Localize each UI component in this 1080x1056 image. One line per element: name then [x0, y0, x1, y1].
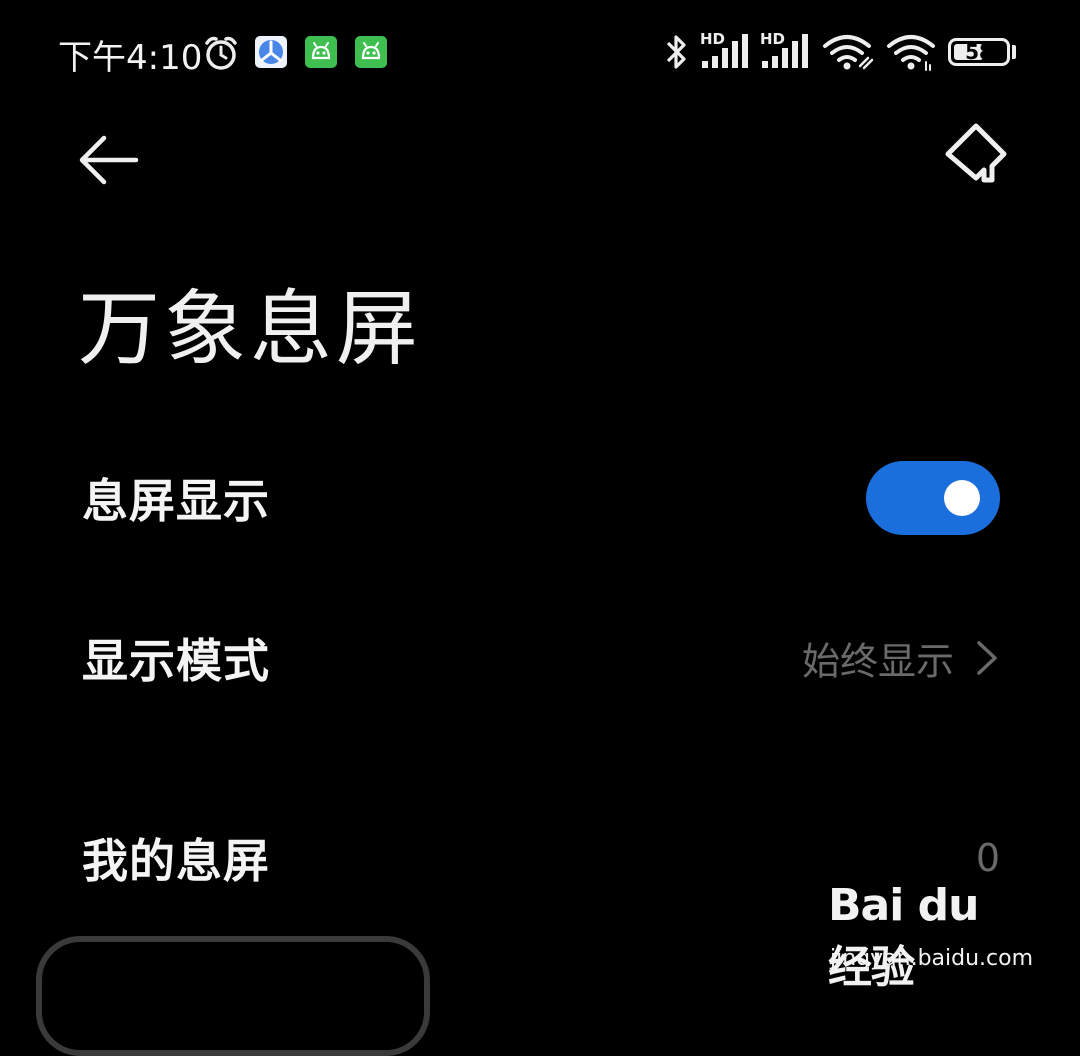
android-app-icon [355, 36, 387, 68]
aod-display-row[interactable]: 息屏显示 [82, 448, 1000, 548]
signal-hd-icon: HD [700, 30, 752, 70]
wifi-link-icon [823, 35, 874, 70]
display-mode-row[interactable]: 显示模式 始终显示 [82, 608, 1000, 708]
android-app-icon [305, 36, 337, 68]
aod-preview-card[interactable] [36, 936, 430, 1056]
display-mode-value: 始终显示 [801, 639, 954, 684]
arrow-left-icon [79, 135, 139, 185]
watermark: Bai du 经验 jingyan.baidu.com [828, 880, 1033, 993]
status-bar: 下午4:10 HD HD 58 [0, 0, 1080, 100]
tasks-app-icon [255, 36, 287, 68]
chevron-right-icon [977, 641, 997, 675]
watermark-logo: Bai du 经验 [828, 880, 979, 993]
my-aod-count: 0 [975, 836, 1000, 880]
wifi-icon [887, 35, 935, 71]
alarm-icon [205, 36, 237, 70]
status-time: 下午4:10 [58, 38, 203, 78]
bluetooth-icon [666, 35, 686, 69]
theme-button[interactable] [942, 120, 1012, 190]
aod-display-toggle[interactable] [866, 461, 1000, 535]
display-mode-label: 显示模式 [82, 634, 270, 688]
aod-display-label: 息屏显示 [82, 474, 270, 528]
battery-icon: 58 [948, 38, 1010, 66]
watermark-url: jingyan.baidu.com [830, 946, 1034, 971]
battery-percent: 58 [965, 40, 993, 64]
page-title: 万象息屏 [78, 282, 423, 377]
toggle-knob [944, 480, 980, 516]
battery-tip [1012, 45, 1016, 59]
paint-bucket-icon [945, 123, 1007, 183]
my-aod-label: 我的息屏 [82, 834, 270, 888]
signal-hd-icon: HD [760, 30, 812, 70]
back-button[interactable] [78, 130, 142, 190]
